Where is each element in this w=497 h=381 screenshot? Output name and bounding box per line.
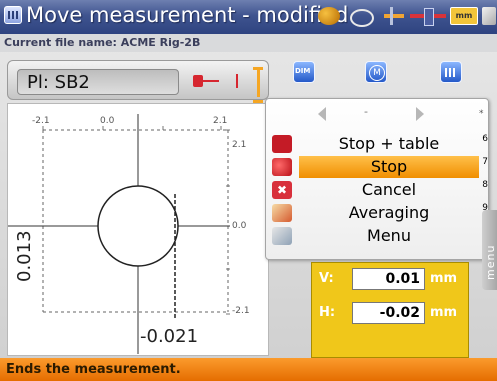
vertical-unit: mm (430, 271, 458, 286)
menu-item-stop[interactable]: Stop 7 (299, 156, 488, 178)
tool-icon (482, 7, 496, 25)
status-bar: Ends the measurement. (0, 358, 497, 381)
menu-item-label: Averaging (348, 203, 430, 222)
horizontal-value: -0.021 (140, 326, 199, 347)
screen: Move measurement - modified mm Current f… (0, 0, 497, 381)
menu-item-key: 6 (482, 134, 488, 144)
plug-icon (384, 7, 404, 25)
menu-nav-left-icon[interactable] (318, 107, 326, 121)
menu-item-averaging[interactable]: Averaging 9 (299, 202, 488, 224)
menu-item-label: Cancel (361, 180, 417, 199)
top-tick-left: -2.1 (32, 116, 50, 126)
menu-item-label: Stop + table (338, 134, 440, 153)
status-text: Ends the measurement. (6, 362, 181, 377)
file-bar: Current file name: ACME Rig-2B (0, 34, 497, 52)
top-tick-right: 2.1 (213, 116, 228, 126)
right-tick-bottom: -2.1 (232, 306, 250, 316)
right-tick-middle: 0.0 (232, 221, 247, 231)
grid-softkey-icon[interactable] (440, 61, 462, 83)
position-plot: -2.1 0.0 2.1 2.1 0.0 -2.1 0.013 -0.021 (7, 103, 269, 356)
plane-selector-bar: Pl: SB2 (7, 60, 269, 103)
app-icon (4, 6, 22, 24)
menu-side-tab[interactable]: menu (482, 210, 497, 290)
sensor-bar-icon (236, 74, 238, 88)
menu-item-key: 7 (482, 157, 488, 167)
context-menu: - * Stop + table 6 Stop 7 ✖ Cancel 8 Ave… (265, 98, 489, 260)
menu-item-menu[interactable]: Menu 0 (299, 225, 488, 247)
laser-icon (348, 7, 374, 27)
title-bar: Move measurement - modified mm (0, 0, 497, 34)
side-tab-label: menu (484, 244, 497, 280)
menu-item-stop-table[interactable]: Stop + table 6 (299, 133, 488, 155)
menu-icon (272, 227, 292, 245)
position-circle (97, 185, 179, 267)
top-tick-center: 0.0 (100, 116, 115, 126)
stop-table-icon (272, 135, 292, 153)
sensor-icon (193, 75, 227, 87)
vertical-result: 0.01 (352, 268, 425, 290)
vertical-label: V: (319, 271, 334, 286)
averaging-icon (272, 204, 292, 222)
plane-selector[interactable]: Pl: SB2 (17, 69, 179, 95)
window-title: Move measurement - modified (26, 3, 349, 27)
result-readout: V: 0.01 mm H: -0.02 mm (311, 262, 469, 358)
menu-item-key: 8 (482, 180, 488, 190)
unit-icon: mm (450, 7, 478, 25)
file-name: Current file name: ACME Rig-2B (4, 36, 201, 49)
menu-item-label: Menu (367, 226, 411, 245)
menu-nav-right-icon[interactable] (416, 107, 424, 121)
right-tick-top: 2.1 (232, 140, 247, 150)
motor-icon (318, 7, 340, 25)
plot-svg (8, 114, 230, 354)
coupling-icon (410, 7, 446, 26)
menu-nav-indicator: - (364, 105, 368, 118)
measure-softkey-icon[interactable] (365, 61, 387, 83)
softkey-strip (275, 55, 485, 91)
stop-icon (272, 158, 292, 176)
ibeam-icon (253, 67, 263, 103)
menu-item-label: Stop (370, 157, 408, 176)
horizontal-unit: mm (430, 305, 458, 320)
horizontal-label: H: (319, 305, 336, 320)
horizontal-result: -0.02 (352, 302, 425, 324)
cancel-icon: ✖ (272, 181, 292, 199)
menu-star-key: * (479, 109, 484, 119)
vertical-value: 0.013 (14, 230, 35, 282)
menu-item-cancel[interactable]: Cancel 8 (299, 179, 488, 201)
plane-label: Pl: SB2 (27, 72, 90, 93)
dim-softkey-icon[interactable] (293, 61, 315, 83)
